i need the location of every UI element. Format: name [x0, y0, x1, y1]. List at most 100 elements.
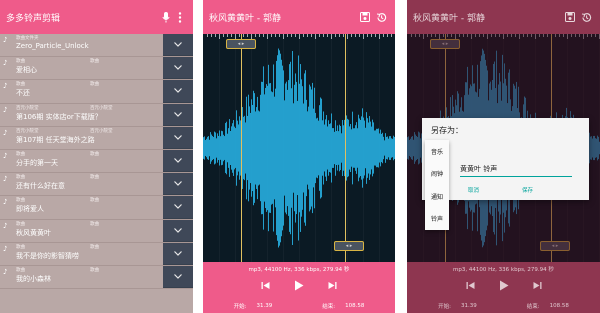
- type-option[interactable]: 通知: [425, 185, 449, 208]
- type-option[interactable]: 闹钟: [425, 163, 449, 186]
- list-item-meta-right: 歌曲: [90, 244, 99, 250]
- list-item-body[interactable]: ♪ 歌曲 歌曲 秋风黄黄叶: [0, 220, 163, 242]
- history-icon[interactable]: [373, 10, 389, 24]
- editor-app-bar-dimmed: 秋风黄黄叶 - 郭静: [407, 0, 600, 34]
- list-item-title: 秋风黄黄叶: [16, 228, 51, 237]
- list-item-body[interactable]: ♪ 歌曲 歌曲 爱相心: [0, 57, 163, 79]
- list-item-meta-left: 歌曲: [16, 151, 25, 157]
- music-note-icon: ♪: [3, 244, 8, 253]
- type-option[interactable]: 铃声: [425, 208, 449, 231]
- play-icon: [499, 280, 509, 294]
- start-value: 31.39: [461, 302, 477, 309]
- waveform-panel[interactable]: ◂ ▸ ◂ ▸: [203, 34, 395, 262]
- list-item[interactable]: ♪ 歌曲 歌曲 即将爱人: [0, 196, 193, 220]
- list-item-meta-right: 歌曲: [90, 221, 99, 227]
- list-item-meta-right: 百元小院堂: [90, 105, 113, 111]
- editor-bottom-bar-dimmed: mp3, 44100 Hz, 336 kbps, 279.94 秒 开始: 31…: [407, 262, 600, 313]
- list-item-body[interactable]: ♪ 歌曲 歌曲 我不是你的影智猜唠: [0, 243, 163, 265]
- filename-input[interactable]: 黄黄叶 铃声: [460, 164, 572, 177]
- list-item-body[interactable]: ♪ 百元小院堂 百元小院堂 第106期 实体店or下载版？: [0, 104, 163, 126]
- list-item[interactable]: ♪ 百元小院堂 百元小院堂 第107期 任天堂海外之路: [0, 126, 193, 150]
- chevron-down-icon[interactable]: [163, 103, 193, 126]
- list-item-body[interactable]: ♪ 歌曲 歌曲 我的小森林: [0, 266, 163, 288]
- chevron-down-icon[interactable]: [163, 34, 193, 57]
- chevron-down-icon[interactable]: [163, 149, 193, 173]
- list-item-title: 即将爱人: [16, 205, 44, 214]
- list-item-body[interactable]: ♪ 百元小院堂 百元小院堂 第107期 任天堂海外之路: [0, 127, 163, 149]
- play-icon[interactable]: [294, 280, 304, 294]
- chevron-down-icon[interactable]: [163, 242, 193, 265]
- mic-icon[interactable]: [159, 10, 173, 24]
- editor-bottom-bar: mp3, 44100 Hz, 336 kbps, 279.94 秒 开始: 31…: [203, 262, 395, 313]
- list-item[interactable]: ♪ 歌曲 歌曲 爱相心: [0, 57, 193, 81]
- list-item-body[interactable]: ♪ 歌曲 歌曲 分手的第一天: [0, 150, 163, 172]
- editor-title: 秋风黄黄叶 - 郭静: [209, 13, 281, 24]
- list-item-title: 我的小森林: [16, 274, 51, 283]
- format-info: mp3, 44100 Hz, 336 kbps, 279.94 秒: [248, 267, 350, 273]
- chevron-down-icon[interactable]: [163, 126, 193, 149]
- history-icon: [578, 10, 594, 24]
- chevron-down-icon[interactable]: [163, 196, 193, 219]
- list-item-meta-right: 百元小院堂: [90, 128, 113, 134]
- list-item[interactable]: ♪ 歌曲 歌曲 秋风黄黄叶: [0, 219, 193, 243]
- end-marker: [345, 34, 346, 262]
- more-vert-icon[interactable]: [173, 10, 187, 24]
- music-note-icon: ♪: [3, 221, 8, 230]
- list-item-meta-left: 歌曲: [16, 267, 25, 273]
- chevron-down-icon[interactable]: [163, 219, 193, 242]
- list-item[interactable]: ♪ 歌曲 歌曲 不还: [0, 80, 193, 104]
- skip-next-icon[interactable]: [328, 281, 337, 293]
- list-item[interactable]: ♪ 歌曲 歌曲 我不是你的影智猜唠: [0, 242, 193, 266]
- list-item-body[interactable]: ♪ 歌曲 歌曲 即将爱人: [0, 196, 163, 218]
- cancel-button[interactable]: 取消: [468, 186, 479, 194]
- music-note-icon: ♪: [3, 105, 8, 114]
- list-item[interactable]: ♪ 歌曲 歌曲 我的小森林: [0, 265, 193, 290]
- list-item-meta-left: 歌曲: [16, 221, 25, 227]
- music-note-icon: ♪: [3, 198, 8, 207]
- app-title: 多多铃声剪辑: [6, 13, 61, 24]
- chevron-down-icon[interactable]: [163, 80, 193, 103]
- type-option[interactable]: 音乐: [425, 140, 449, 163]
- save-button[interactable]: 保存: [522, 186, 533, 194]
- music-note-icon: ♪: [3, 59, 8, 68]
- chevron-down-icon[interactable]: [163, 57, 193, 80]
- skip-previous-icon[interactable]: [261, 281, 270, 293]
- chevron-down-icon[interactable]: [163, 173, 193, 196]
- end-value[interactable]: 108.58: [345, 303, 364, 309]
- list-item-title: 还有什么好在意: [16, 182, 65, 191]
- editor-screen: 秋风黄黄叶 - 郭静 ◂ ▸ ◂ ▸ mp3, 44100 Hz, 336 kb…: [203, 0, 395, 313]
- start-handle[interactable]: ◂ ▸: [226, 39, 256, 49]
- music-note-icon: ♪: [3, 82, 8, 91]
- list-item-meta-left: 歌曲文件夹: [16, 36, 39, 41]
- list-item-meta-right: 歌曲: [90, 82, 99, 88]
- end-label: 结束:: [526, 303, 540, 310]
- list-item-title: 爱相心: [16, 66, 37, 75]
- list-item[interactable]: ♪ 百元小院堂 百元小院堂 第106期 实体店or下载版？: [0, 103, 193, 127]
- type-dropdown-menu: 音乐 闹钟 通知 铃声: [425, 140, 449, 230]
- song-list: ♪ 歌曲文件夹 Zero_Particle_Unlock ♪ 歌曲 歌曲 爱相心 ♪ 歌曲 歌曲不…: [0, 34, 193, 313]
- list-item-title: 第106期 实体店or下载版？: [16, 112, 102, 121]
- list-item-meta-left: 百元小院堂: [16, 105, 39, 111]
- list-item-meta-left: 歌曲: [16, 175, 25, 181]
- start-label: 开始:: [438, 303, 451, 310]
- playback-controls: [203, 276, 395, 298]
- list-item[interactable]: ♪ 歌曲 歌曲 还有什么好在意: [0, 173, 193, 197]
- list-item-title: 第107期 任天堂海外之路: [16, 135, 95, 144]
- list-item-body[interactable]: ♪ 歌曲 歌曲 还有什么好在意: [0, 173, 163, 195]
- time-range: 开始: 31.39 结束: 108.58: [407, 298, 600, 313]
- list-item-title: Zero_Particle_Unlock: [16, 42, 89, 50]
- save-icon[interactable]: [357, 10, 373, 24]
- list-item-meta-left: 歌曲: [16, 59, 25, 65]
- start-marker: [241, 34, 242, 262]
- list-item[interactable]: ♪ 歌曲 歌曲 分手的第一天: [0, 149, 193, 174]
- end-handle[interactable]: ◂ ▸: [334, 241, 364, 251]
- list-item-body[interactable]: ♪ 歌曲文件夹 Zero_Particle_Unlock: [0, 34, 163, 56]
- list-item-body[interactable]: ♪ 歌曲 歌曲 不还: [0, 80, 163, 102]
- music-note-icon: ♪: [3, 128, 8, 137]
- list-item[interactable]: ♪ 歌曲文件夹 Zero_Particle_Unlock: [0, 34, 193, 58]
- list-item-title: 我不是你的影智猜唠: [16, 251, 79, 260]
- chevron-down-icon[interactable]: [163, 265, 193, 289]
- list-item-meta-right: 歌曲: [90, 267, 99, 273]
- list-item-title: 分手的第一天: [16, 158, 58, 167]
- start-value[interactable]: 31.39: [257, 303, 273, 309]
